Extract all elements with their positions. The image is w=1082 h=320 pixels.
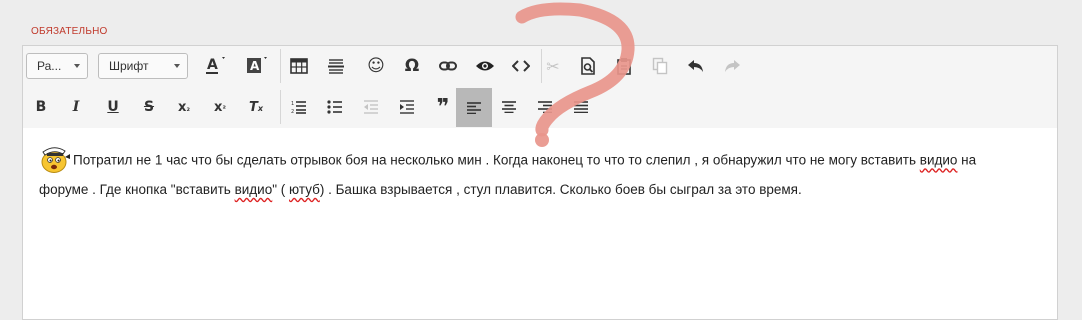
- copy-button[interactable]: [643, 51, 677, 81]
- bulleted-list-icon: [327, 100, 342, 114]
- superscript-button[interactable]: x²: [203, 92, 237, 122]
- remove-format-x: x: [257, 103, 264, 113]
- align-left-button[interactable]: [456, 88, 492, 127]
- numbered-list-icon: 1 2: [291, 101, 306, 114]
- svg-text:2: 2: [291, 109, 294, 114]
- sailor-smiley-icon: [41, 147, 70, 173]
- svg-text:1: 1: [291, 101, 294, 107]
- emoji-icon: ☺: [367, 56, 385, 76]
- horizontal-rule-icon: [328, 59, 344, 74]
- bold-button[interactable]: B: [24, 92, 58, 122]
- align-justify-button[interactable]: [564, 92, 598, 122]
- svg-text:A: A: [207, 57, 218, 73]
- code-icon: [512, 60, 530, 72]
- align-center-icon: [502, 101, 516, 113]
- font-label: Шрифт: [109, 59, 149, 73]
- editor-toolbar: Ра... Шрифт A A ☺ Ω ✂ B I U S x₂ x² Tx 1…: [23, 46, 1057, 128]
- source-code-button[interactable]: [504, 51, 538, 81]
- remove-format-icon: Tx: [249, 100, 263, 115]
- bold-icon: B: [35, 99, 47, 115]
- cut-button[interactable]: ✂: [536, 51, 570, 81]
- content-line1-text: Потратил не 1 час что бы сделать отрывок…: [73, 152, 920, 168]
- special-character-button[interactable]: Ω: [395, 51, 429, 81]
- background-color-icon: A: [247, 57, 267, 73]
- paragraph-format-dropdown[interactable]: Ра...: [26, 53, 88, 79]
- misspelled-word: ютуб: [289, 182, 320, 197]
- toolbar-row-1: Ра... Шрифт A A ☺ Ω ✂: [23, 46, 1057, 86]
- table-icon: [290, 58, 308, 74]
- insert-link-button[interactable]: [431, 51, 465, 81]
- preview-button[interactable]: [468, 51, 502, 81]
- paste-icon: [617, 58, 631, 75]
- redo-icon: [725, 60, 740, 72]
- horizontal-rule-button[interactable]: [319, 51, 353, 81]
- omega-icon: Ω: [404, 56, 420, 76]
- quote-icon: ❞: [436, 94, 450, 120]
- subscript-digit: ₂: [186, 103, 190, 113]
- remove-format-letter: T: [248, 99, 258, 115]
- remove-format-button[interactable]: Tx: [239, 92, 273, 122]
- outdent-icon: [364, 100, 378, 114]
- subscript-button[interactable]: x₂: [167, 92, 201, 122]
- toolbar-row-2: B I U S x₂ x² Tx 1 2 ❞: [23, 87, 1057, 127]
- eye-icon: [476, 61, 494, 71]
- cut-icon: ✂: [546, 56, 560, 76]
- paste-as-text-button[interactable]: [571, 51, 605, 81]
- paste-button[interactable]: [607, 51, 641, 81]
- background-color-button[interactable]: A: [239, 51, 273, 81]
- link-icon: [439, 61, 457, 71]
- italic-icon: I: [72, 99, 80, 115]
- paragraph-format-label: Ра...: [37, 59, 62, 73]
- superscript-icon: x²: [214, 100, 226, 115]
- toolbar-separator: [280, 49, 281, 83]
- align-right-icon: [538, 101, 552, 113]
- decrease-indent-button[interactable]: [354, 92, 388, 122]
- misspelled-word: видио: [234, 182, 273, 197]
- bulleted-list-button[interactable]: [318, 92, 352, 122]
- emoji-button[interactable]: ☺: [359, 51, 393, 81]
- superscript-digit: ²: [222, 103, 226, 113]
- blockquote-button[interactable]: ❞: [426, 92, 460, 122]
- content-line1-end: на: [957, 152, 977, 168]
- text-color-button[interactable]: A: [197, 51, 231, 81]
- svg-text:A: A: [250, 59, 260, 73]
- align-left-icon: [467, 101, 481, 114]
- content-line2-text: форуме . Где кнопка "вставить: [39, 182, 235, 197]
- toolbar-separator: [280, 90, 281, 124]
- numbered-list-button[interactable]: 1 2: [282, 92, 316, 122]
- font-dropdown[interactable]: Шрифт: [98, 53, 188, 79]
- align-right-button[interactable]: [528, 92, 562, 122]
- indent-icon: [400, 100, 414, 114]
- rich-text-editor: Ра... Шрифт A A ☺ Ω ✂ B I U S x₂ x² Tx 1…: [22, 45, 1058, 320]
- subscript-icon: x₂: [178, 100, 190, 115]
- strikethrough-button[interactable]: S: [132, 92, 166, 122]
- content-line2-mid: " (: [272, 182, 290, 197]
- chevron-down-icon: [174, 64, 180, 68]
- strikethrough-icon: S: [143, 99, 155, 115]
- editor-content[interactable]: Потратил не 1 час что бы сделать отрывок…: [39, 146, 1039, 204]
- underline-button[interactable]: U: [96, 92, 130, 122]
- required-label: ОБЯЗАТЕЛЬНО: [31, 26, 108, 37]
- redo-button[interactable]: [715, 51, 749, 81]
- text-color-icon: A: [206, 57, 225, 74]
- underline-icon: U: [107, 99, 119, 115]
- paste-text-icon: [581, 57, 595, 75]
- italic-button[interactable]: I: [59, 92, 93, 122]
- copy-icon: [652, 57, 668, 75]
- undo-icon: [688, 60, 703, 72]
- chevron-down-icon: [74, 64, 80, 68]
- content-line2-end: ) . Башка взрывается , стул плавится. Ск…: [319, 182, 802, 197]
- align-center-button[interactable]: [492, 92, 526, 122]
- insert-table-button[interactable]: [282, 51, 316, 81]
- misspelled-word: видио: [919, 152, 958, 168]
- increase-indent-button[interactable]: [390, 92, 424, 122]
- undo-button[interactable]: [679, 51, 713, 81]
- align-justify-icon: [574, 101, 588, 113]
